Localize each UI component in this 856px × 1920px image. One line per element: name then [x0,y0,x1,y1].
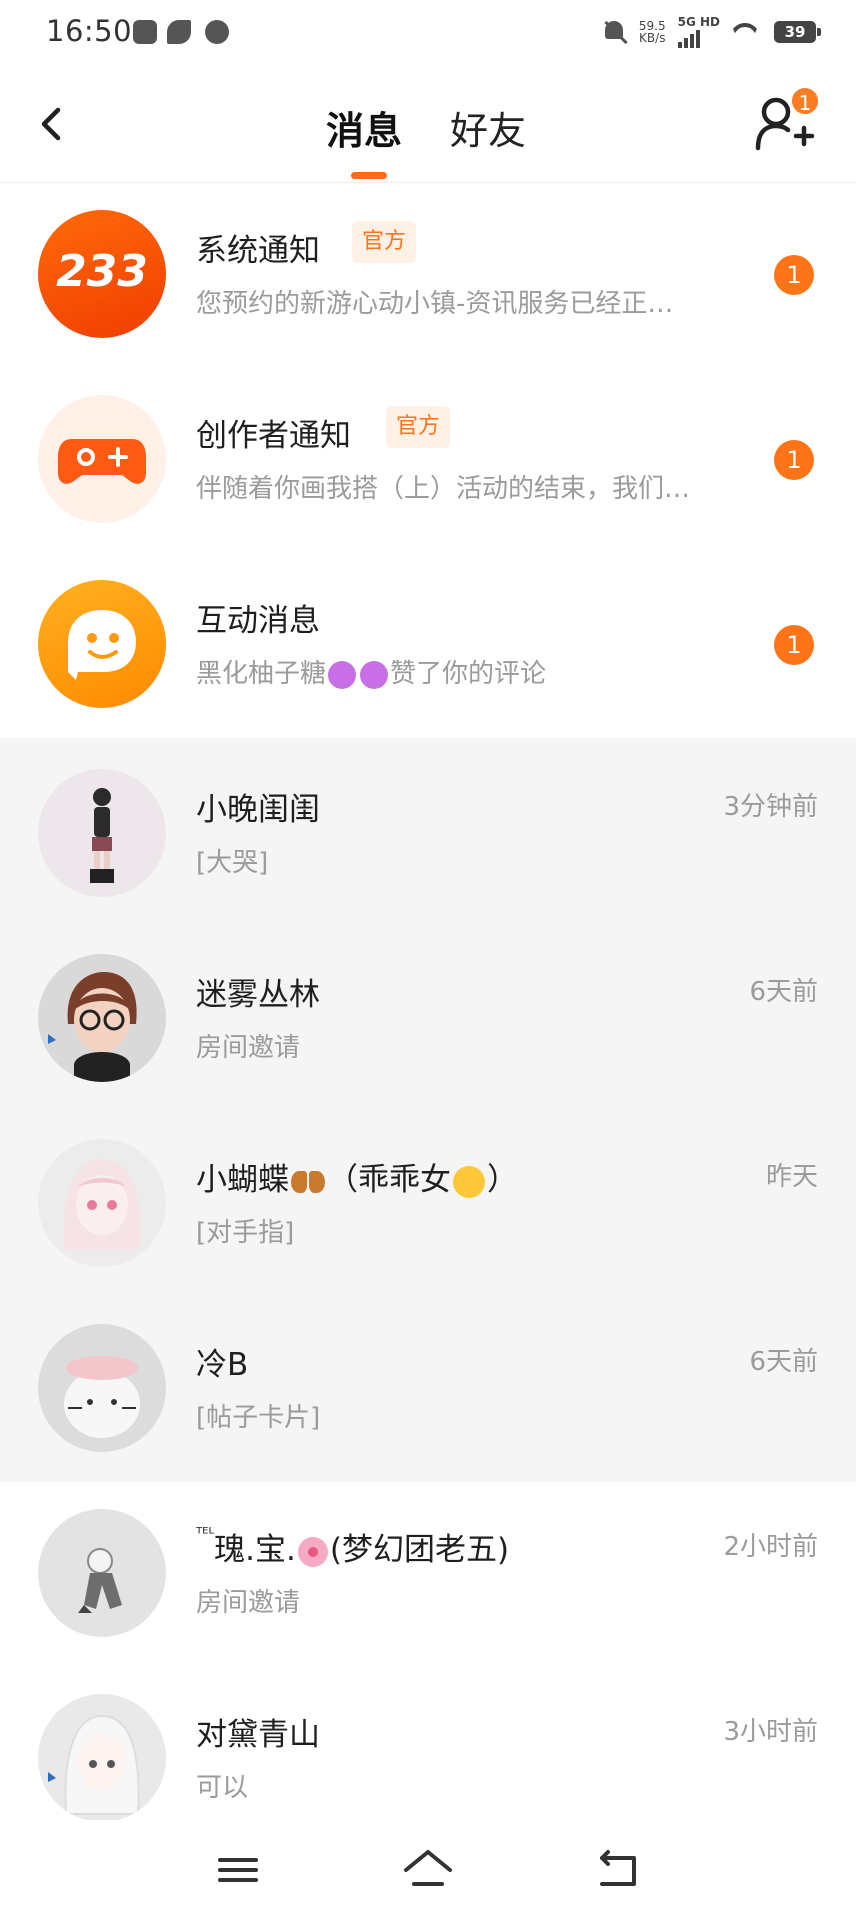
chat-name: 小晚闺闺 [196,792,320,828]
gamepad-icon [38,395,166,523]
butterfly-emoji-icon [291,1169,325,1195]
chat-preview: [对手指] [196,1218,295,1248]
official-tag: 官方 [352,221,417,263]
row-title: 互动消息 [196,603,320,639]
app-notification-icon [167,20,191,44]
chevron-left-icon [41,107,61,141]
chat-name-part: 瑰.宝. [214,1532,296,1568]
chat-time: 6天前 [749,1347,818,1377]
battery-icon: 39 [774,21,821,43]
net-speed: 59.5 KB/s [639,20,666,44]
chat-name: 小蝴蝶 （乖乖女 ） [196,1154,518,1199]
chat-name: 冷B [196,1347,249,1383]
233-logo-icon: 233 [38,210,166,338]
avatar [38,1509,166,1637]
chat-preview: [帖子卡片] [196,1403,321,1433]
chat-name-prefix: ᵀᴱᴸ [196,1524,215,1543]
chat-time: 6天前 [749,977,818,1007]
unread-badge: 1 [774,255,814,295]
status-bar: 16:50 59.5 KB/s 5G HD 39 [0,0,856,64]
pinned-chats: 小晚闺闺 [大哭] 3分钟前 迷雾丛林 房间邀请 6天前 小蝴蝶 （乖乖女 ） … [0,738,856,1482]
avatar [38,954,166,1082]
chat-name-part: （乖乖女 [327,1162,451,1198]
avatar-image [63,1159,141,1249]
home-icon [404,1850,452,1886]
chat-time: 3小时前 [723,1717,818,1747]
interaction-row[interactable]: 互动消息 黑化柚子糖 赞了你的评论 1 [0,553,856,738]
avatar-image [78,1548,122,1613]
chat-preview: 房间邀请 [196,1033,301,1063]
gamepad-icon-graphic [58,439,146,484]
system-notice-row[interactable]: 233 系统通知 官方 您预约的新游心动小镇-资讯服务已经正… 1 [0,183,856,368]
unread-badge: 1 [774,625,814,665]
chat-name: 迷雾丛林 [196,977,320,1013]
chat-name: 对黛青山 [196,1717,320,1753]
chat-time: 3分钟前 [723,792,818,822]
header: 消息 好友 1 [0,64,856,183]
chat-time: 2小时前 [723,1532,818,1562]
smile-emoji-icon [453,1165,485,1198]
chat-row[interactable]: ᵀᴱᴸ瑰.宝. (梦幻团老五) 房间邀请 2小时前 [0,1482,856,1667]
mail-notification-icon [133,20,157,44]
tab-messages[interactable]: 消息 [326,100,402,155]
system-nav-bar [0,1820,856,1920]
status-indicators: 59.5 KB/s 5G HD 39 [601,14,821,50]
add-friend-badge: 1 [790,86,820,116]
official-tag: 官方 [386,406,451,448]
app-notification-icon-2 [205,20,229,44]
chat-preview: 房间邀请 [196,1588,301,1618]
mute-icon [601,19,627,45]
nav-back-button[interactable] [588,1844,648,1896]
avatar-image [90,788,114,883]
chat-row[interactable]: 迷雾丛林 房间邀请 6天前 [0,927,856,1112]
flower-emoji-icon [297,1536,328,1567]
chat-time: 昨天 [765,1162,818,1192]
row-preview: 伴随着你画我搭（上）活动的结束，我们… [196,474,691,504]
avatar [38,1694,166,1822]
active-tab-indicator [351,172,387,179]
return-icon [600,1850,636,1886]
recent-apps-button[interactable] [208,1844,268,1896]
chat-preview: 可以 [196,1773,249,1803]
unread-badge: 1 [774,440,814,480]
preview-action: 赞了你的评论 [390,659,547,689]
network-label: 5G HD [677,15,720,29]
devil-emoji-icon [360,660,389,689]
logo-text: 233 [56,246,148,297]
preview-name: 黑化柚子糖 [196,659,327,689]
avatar-image [48,1714,140,1815]
chat-name: ᵀᴱᴸ瑰.宝. (梦幻团老五) [196,1524,509,1569]
creator-notice-row[interactable]: 创作者通知 官方 伴随着你画我搭（上）活动的结束，我们… 1 [0,368,856,553]
network-type: 5G HD [677,15,720,48]
avatar [38,1139,166,1267]
row-preview: 您预约的新游心动小镇-资讯服务已经正… [196,289,674,319]
avatar-image [48,972,137,1082]
chat-row[interactable]: 小晚闺闺 [大哭] 3分钟前 [0,742,856,927]
row-title: 创作者通知 [196,418,351,454]
wifi-icon [732,21,762,43]
chat-preview: [大哭] [196,848,269,878]
signal-icon [677,28,720,48]
chat-name-part: (梦幻团老五) [329,1532,510,1568]
avatar [38,769,166,897]
tab-friends[interactable]: 好友 [450,100,526,155]
chat-row[interactable]: 小蝴蝶 （乖乖女 ） [对手指] 昨天 [0,1112,856,1297]
row-title: 系统通知 [196,233,320,269]
status-time: 16:50 [46,14,133,48]
chat-bubble-graphic [68,610,136,680]
back-button[interactable] [30,96,74,152]
menu-icon [218,1858,258,1882]
chat-row[interactable]: 冷B [帖子卡片] 6天前 [0,1297,856,1482]
chat-name-part: 小蝴蝶 [196,1162,289,1198]
net-speed-unit: KB/s [639,31,666,45]
avatar [38,1324,166,1452]
home-button[interactable] [398,1844,458,1896]
row-preview: 黑化柚子糖 赞了你的评论 [196,653,736,690]
message-list: 233 系统通知 官方 您预约的新游心动小镇-资讯服务已经正… 1 创作者通知 … [0,183,856,1852]
avatar-image [64,1356,140,1438]
devil-emoji-icon [328,660,357,689]
chat-bubble-icon [38,580,166,708]
chat-name-part: ） [487,1162,518,1198]
